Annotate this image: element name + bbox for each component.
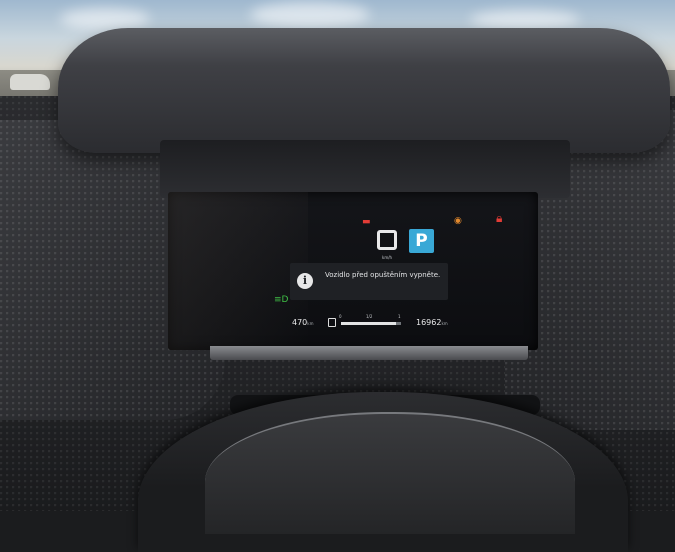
speed-digit-box xyxy=(377,230,397,250)
fuel-gauge-start: 0 xyxy=(339,314,342,319)
range-value: 470 xyxy=(292,318,308,327)
headlight-icon: ≡D xyxy=(274,295,289,305)
screen-reflection xyxy=(168,192,308,350)
odometer-readout: 16962km xyxy=(416,318,448,327)
fuel-gauge-mid: 1/2 xyxy=(366,314,373,319)
fuel-gauge-fill xyxy=(341,322,397,325)
battery-warning-icon: ▬ xyxy=(362,217,371,227)
odometer-value: 16962 xyxy=(416,318,442,327)
range-readout: 470km xyxy=(292,318,314,327)
seatbelt-lock-icon: 🔒︎ xyxy=(496,211,503,225)
fuel-pump-icon xyxy=(328,318,336,327)
hood-rim xyxy=(160,140,570,198)
speed-unit: km/h xyxy=(382,255,393,260)
info-icon: i xyxy=(297,273,313,289)
odometer-unit: km xyxy=(441,321,448,326)
message-text: Vozidlo před opuštěním vypněte. xyxy=(325,271,441,279)
tpms-warning-icon: ◉ xyxy=(454,216,462,226)
fuel-gauge-end: 1 xyxy=(398,314,401,319)
screen-bezel-base xyxy=(210,346,528,360)
instrument-hood xyxy=(58,28,670,153)
range-unit: km xyxy=(307,321,314,326)
gear-indicator: P xyxy=(409,229,434,253)
